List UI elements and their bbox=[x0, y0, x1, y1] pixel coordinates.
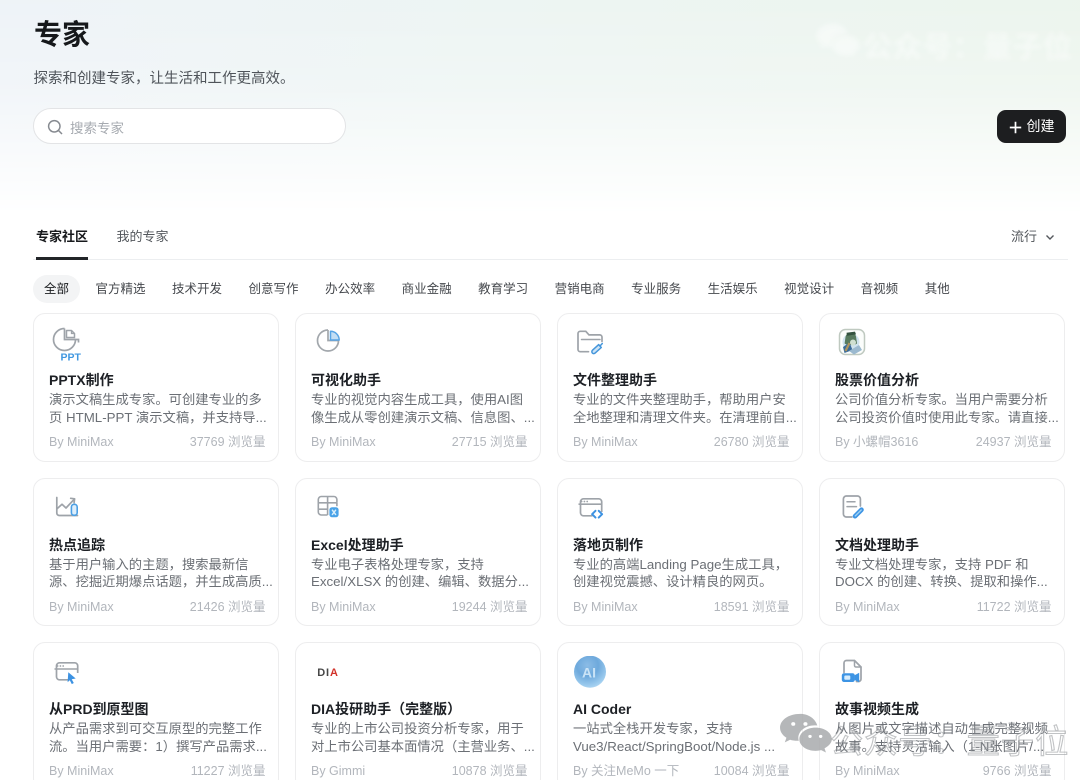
svg-text:AI: AI bbox=[582, 665, 596, 681]
svg-text:PPT: PPT bbox=[61, 352, 82, 364]
svg-text:DI: DI bbox=[317, 667, 330, 679]
svg-text:A: A bbox=[330, 667, 338, 679]
